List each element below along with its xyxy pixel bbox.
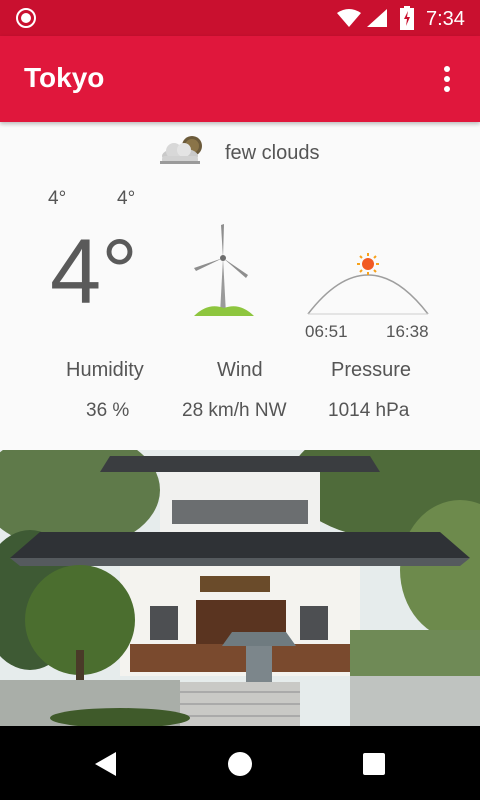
- status-clock: 7:34: [426, 8, 465, 30]
- back-icon[interactable]: [92, 750, 118, 778]
- weather-panel: few clouds 4° 4° 4° 06:51 16:38 Humidity…: [0, 122, 480, 450]
- wind-value: 28 km/h NW: [182, 400, 287, 421]
- recents-icon[interactable]: [362, 752, 386, 776]
- status-bar: 7:34: [0, 0, 480, 36]
- current-temperature: 4°: [50, 221, 138, 323]
- sunrise-time: 06:51: [305, 322, 348, 341]
- condition-text: few clouds: [225, 142, 320, 164]
- sun-arc-icon: [307, 253, 429, 315]
- home-icon[interactable]: [226, 750, 254, 778]
- sunset-time: 16:38: [386, 322, 429, 341]
- app-bar: Tokyo: [0, 36, 480, 122]
- pressure-value: 1014 hPa: [328, 400, 410, 421]
- navigation-bar: [0, 726, 480, 800]
- temple-photo: [0, 450, 480, 726]
- wind-label: Wind: [217, 359, 263, 381]
- wifi-icon: [337, 9, 361, 27]
- more-vert-icon[interactable]: [436, 64, 458, 94]
- battery-charging-icon: [400, 6, 414, 30]
- temp-min: 4°: [48, 188, 67, 209]
- signal-icon: [367, 9, 387, 27]
- humidity-value: 36 %: [86, 400, 130, 421]
- temp-max: 4°: [117, 188, 136, 209]
- temple-illustration: [0, 450, 480, 726]
- page-title: Tokyo: [24, 62, 105, 93]
- humidity-label: Humidity: [66, 359, 144, 381]
- record-icon: [16, 8, 36, 28]
- few-clouds-icon: [160, 136, 202, 164]
- pressure-label: Pressure: [331, 359, 412, 381]
- windmill-icon: [194, 224, 254, 316]
